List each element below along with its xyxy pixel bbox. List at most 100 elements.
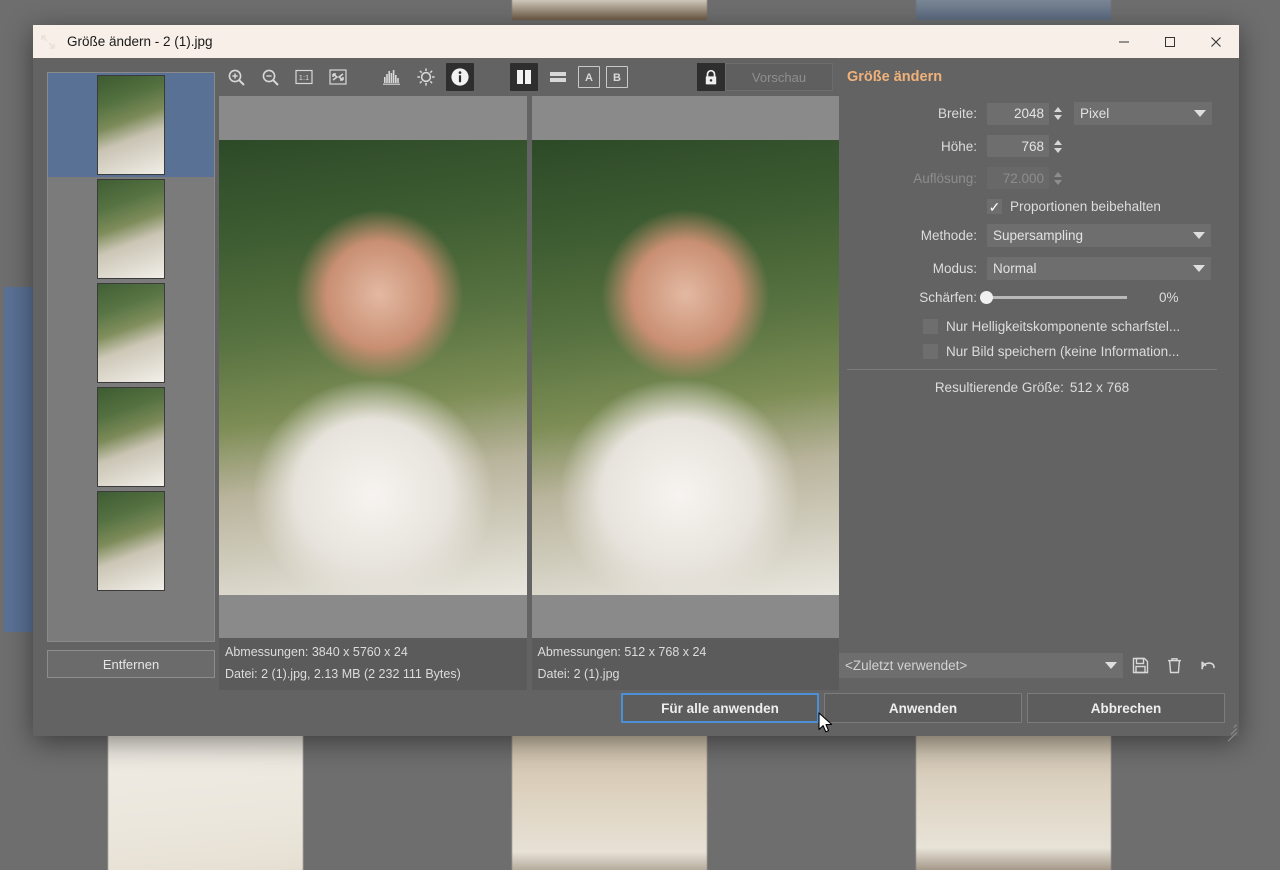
keep-aspect-checkbox[interactable]: [987, 199, 1002, 214]
divider: [847, 369, 1217, 370]
height-input[interactable]: [987, 135, 1049, 157]
options-column: Größe ändern Breite: Pixel Höhe:: [839, 58, 1239, 690]
undo-icon[interactable]: [1191, 650, 1225, 680]
luminance-only-label: Nur Helligkeitskomponente scharfstel...: [946, 319, 1181, 334]
result-info: Abmessungen: 512 x 768 x 24 Datei: 2 (1)…: [531, 638, 839, 690]
method-label: Methode:: [920, 228, 977, 243]
image-panels: Abmessungen: 3840 x 5760 x 24 Datei: 2 (…: [215, 96, 839, 690]
result-file: Datei: 2 (1).jpg: [537, 666, 620, 681]
maximize-button[interactable]: [1147, 25, 1193, 58]
thumbnail-item[interactable]: [48, 177, 214, 281]
info-icon[interactable]: [446, 63, 474, 91]
thumbnail-image: [97, 179, 165, 279]
thumbnail-item[interactable]: [48, 73, 214, 177]
luminance-only-checkbox[interactable]: [923, 319, 938, 334]
preview-button[interactable]: Vorschau: [725, 63, 833, 91]
mode-row: Modus: Normal: [839, 257, 1225, 280]
zoom-actual-icon[interactable]: 1:1: [290, 63, 318, 91]
desktop-thumbnail: [916, 732, 1111, 870]
height-row: Höhe:: [839, 135, 1225, 157]
preset-value: <Zuletzt verwendet>: [845, 657, 968, 673]
sharpen-row: Schärfen: 0%: [839, 290, 1225, 305]
result-panel: Abmessungen: 512 x 768 x 24 Datei: 2 (1)…: [531, 96, 839, 690]
width-input[interactable]: [987, 102, 1049, 125]
brightness-icon[interactable]: [412, 63, 440, 91]
resulting-size-label: Resultierende Größe:: [934, 380, 1064, 395]
image-only-row: Nur Bild speichern (keine Information...: [839, 344, 1225, 359]
resulting-size-row: Resultierende Größe: 512 x 768: [839, 380, 1225, 395]
remove-button[interactable]: Entfernen: [47, 650, 215, 678]
method-row: Methode: Supersampling: [839, 224, 1225, 247]
method-select[interactable]: Supersampling: [987, 224, 1211, 247]
width-stepper[interactable]: [1051, 103, 1064, 125]
window-controls: [1101, 25, 1239, 58]
preview-group: Vorschau: [697, 63, 833, 91]
height-stepper[interactable]: [1051, 135, 1064, 157]
original-info: Abmessungen: 3840 x 5760 x 24 Datei: 2 (…: [219, 638, 527, 690]
apply-all-button[interactable]: Für alle anwenden: [621, 693, 819, 723]
thumbnail-item[interactable]: [48, 385, 214, 489]
thumbnail-image: [97, 75, 165, 175]
mode-select[interactable]: Normal: [987, 257, 1211, 280]
thumbnail-image: [97, 283, 165, 383]
preview-column: 1:1 A B Vorschau Abmessungen: 3840 x 576…: [215, 58, 839, 690]
minimize-button[interactable]: [1101, 25, 1147, 58]
sharpen-slider-handle[interactable]: [980, 291, 993, 304]
panel-title: Größe ändern: [847, 69, 943, 85]
lock-icon[interactable]: [697, 63, 725, 91]
result-image[interactable]: [531, 96, 839, 638]
mode-value: Normal: [993, 261, 1037, 276]
thumbnail-list[interactable]: [47, 72, 215, 642]
thumbnail-item[interactable]: [48, 489, 214, 593]
height-label: Höhe:: [940, 138, 977, 154]
result-dimensions: Abmessungen: 512 x 768 x 24: [537, 645, 707, 659]
luminance-only-row: Nur Helligkeitskomponente scharfstel...: [839, 319, 1225, 334]
sharpen-value: 0%: [1159, 290, 1179, 305]
view-b-icon[interactable]: B: [606, 66, 628, 88]
svg-text:1:1: 1:1: [299, 73, 309, 82]
desktop-thumbnail: [108, 732, 303, 870]
preset-select[interactable]: <Zuletzt verwendet>: [839, 652, 1123, 678]
chevron-down-icon: [1105, 661, 1117, 669]
desktop-thumbnail: [916, 0, 1111, 20]
thumbnail-image: [97, 491, 165, 591]
window-title: Größe ändern - 2 (1).jpg: [67, 34, 213, 49]
method-value: Supersampling: [993, 228, 1084, 243]
image-toolbar: 1:1 A B Vorschau: [215, 58, 839, 96]
thumbnail-image: [97, 387, 165, 487]
original-image[interactable]: [219, 96, 527, 638]
width-label: Breite:: [937, 106, 977, 121]
zoom-out-icon[interactable]: [256, 63, 284, 91]
resolution-stepper: [1051, 167, 1064, 189]
image-only-checkbox[interactable]: [923, 344, 938, 359]
view-a-icon[interactable]: A: [578, 66, 600, 88]
close-button[interactable]: [1193, 25, 1239, 58]
thumbnail-item[interactable]: [48, 281, 214, 385]
chevron-down-icon: [1194, 110, 1206, 117]
resulting-size-value: 512 x 768: [1069, 380, 1130, 395]
sharpen-slider[interactable]: [980, 291, 1127, 304]
histogram-icon[interactable]: [378, 63, 406, 91]
unit-select[interactable]: Pixel: [1074, 102, 1212, 125]
image-only-label: Nur Bild speichern (keine Information...: [946, 344, 1180, 359]
resize-grip[interactable]: [1223, 720, 1237, 742]
zoom-in-icon[interactable]: [222, 63, 250, 91]
split-horizontal-icon[interactable]: [544, 63, 572, 91]
resolution-row: Auflösung:: [839, 167, 1225, 189]
svg-text:B: B: [613, 72, 621, 84]
fit-to-window-icon[interactable]: [324, 63, 352, 91]
cancel-button[interactable]: Abbrechen: [1027, 693, 1225, 723]
desktop-thumbnail: [512, 0, 707, 20]
apply-button[interactable]: Anwenden: [824, 693, 1022, 723]
save-icon[interactable]: [1123, 650, 1157, 680]
preset-row: <Zuletzt verwendet>: [839, 650, 1225, 690]
resolution-input: [987, 167, 1049, 189]
trash-icon[interactable]: [1157, 650, 1191, 680]
chevron-down-icon: [1193, 265, 1205, 272]
title-bar[interactable]: Größe ändern - 2 (1).jpg: [33, 25, 1239, 58]
thumbnail-column: Entfernen: [33, 58, 215, 690]
split-vertical-icon[interactable]: [510, 63, 538, 91]
original-dimensions: Abmessungen: 3840 x 5760 x 24: [225, 645, 408, 659]
original-panel: Abmessungen: 3840 x 5760 x 24 Datei: 2 (…: [219, 96, 527, 690]
desktop-thumbnail: [108, 0, 303, 20]
